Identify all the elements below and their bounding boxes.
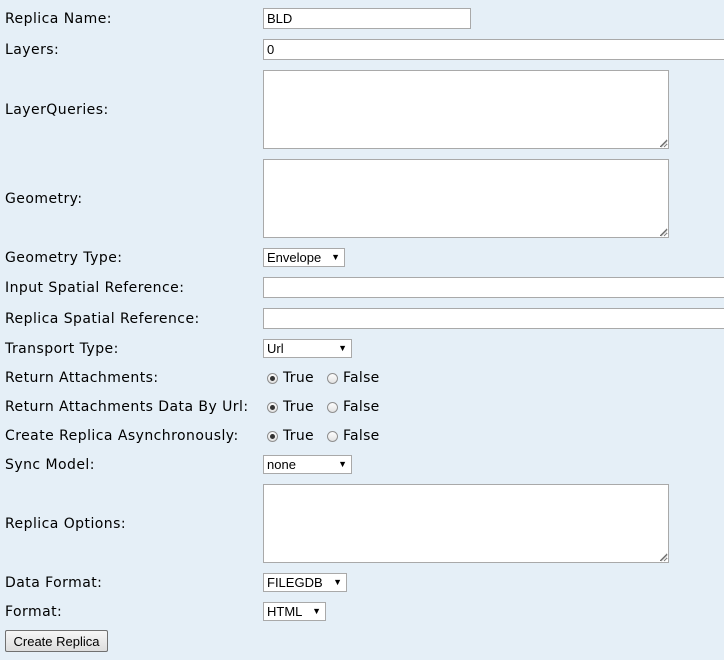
- caret-down-icon: ▼: [333, 577, 342, 587]
- label-format: Format:: [5, 604, 63, 620]
- caret-down-icon: ▼: [331, 252, 340, 262]
- radio-unchecked-icon[interactable]: [326, 372, 338, 384]
- label-replica-options: Replica Options:: [5, 516, 127, 532]
- radio-true-label: True: [283, 428, 314, 444]
- radio-checked-icon[interactable]: [267, 372, 278, 384]
- radio-checked-icon[interactable]: [267, 430, 278, 442]
- format-selected: HTML: [267, 604, 303, 619]
- sync-model-selected: none: [267, 457, 296, 472]
- caret-down-icon: ▼: [312, 606, 321, 616]
- caret-down-icon: ▼: [338, 343, 347, 353]
- transport-type-selected: Url: [267, 341, 284, 356]
- label-input-spatial-reference: Input Spatial Reference:: [5, 280, 185, 296]
- replica-options-wrapper: [263, 484, 669, 563]
- create-replica-async-false-option[interactable]: False: [326, 428, 380, 444]
- label-return-attachments: Return Attachments:: [5, 370, 159, 386]
- data-format-selected: FILEGDB: [267, 575, 323, 590]
- data-format-select[interactable]: FILEGDB ▼: [263, 573, 347, 592]
- layers-input[interactable]: [263, 39, 724, 60]
- label-data-format: Data Format:: [5, 575, 103, 591]
- radio-false-label: False: [342, 428, 380, 444]
- radio-true-label: True: [283, 370, 314, 386]
- label-transport-type: Transport Type:: [5, 341, 119, 357]
- geometry-type-selected: Envelope: [267, 250, 322, 265]
- geometry-textarea[interactable]: [263, 159, 669, 238]
- sync-model-select[interactable]: none ▼: [263, 455, 352, 474]
- input-spatial-reference-input[interactable]: [263, 277, 724, 298]
- label-layer-queries: LayerQueries:: [5, 102, 109, 118]
- label-replica-spatial-reference: Replica Spatial Reference:: [5, 311, 200, 327]
- label-sync-model: Sync Model:: [5, 457, 95, 473]
- layer-queries-wrapper: [263, 70, 669, 149]
- layer-queries-textarea[interactable]: [263, 70, 669, 149]
- geometry-type-select[interactable]: Envelope ▼: [263, 248, 345, 267]
- create-replica-async-true-option[interactable]: True: [267, 428, 314, 444]
- transport-type-select[interactable]: Url ▼: [263, 339, 352, 358]
- radio-false-label: False: [342, 399, 380, 415]
- label-geometry-type: Geometry Type:: [5, 250, 123, 266]
- create-replica-async-radio-group: True False: [267, 428, 380, 444]
- radio-true-label: True: [283, 399, 314, 415]
- return-attachments-data-by-url-false-option[interactable]: False: [326, 399, 380, 415]
- label-create-replica-async: Create Replica Asynchronously:: [5, 428, 239, 444]
- replica-options-textarea[interactable]: [263, 484, 669, 563]
- format-select[interactable]: HTML ▼: [263, 602, 326, 621]
- return-attachments-true-option[interactable]: True: [267, 370, 314, 386]
- replica-spatial-reference-input[interactable]: [263, 308, 724, 329]
- radio-unchecked-icon[interactable]: [326, 401, 338, 413]
- return-attachments-data-by-url-radio-group: True False: [267, 399, 380, 415]
- label-replica-name: Replica Name:: [5, 11, 112, 27]
- geometry-wrapper: [263, 159, 669, 238]
- label-geometry: Geometry:: [5, 191, 83, 207]
- create-replica-button[interactable]: Create Replica: [5, 630, 108, 652]
- label-return-attachments-data-by-url: Return Attachments Data By Url:: [5, 399, 249, 415]
- radio-checked-icon[interactable]: [267, 401, 278, 413]
- radio-false-label: False: [342, 370, 380, 386]
- return-attachments-radio-group: True False: [267, 370, 380, 386]
- radio-unchecked-icon[interactable]: [326, 430, 338, 442]
- replica-name-input[interactable]: [263, 8, 471, 29]
- label-layers: Layers:: [5, 42, 60, 58]
- return-attachments-data-by-url-true-option[interactable]: True: [267, 399, 314, 415]
- caret-down-icon: ▼: [338, 459, 347, 469]
- return-attachments-false-option[interactable]: False: [326, 370, 380, 386]
